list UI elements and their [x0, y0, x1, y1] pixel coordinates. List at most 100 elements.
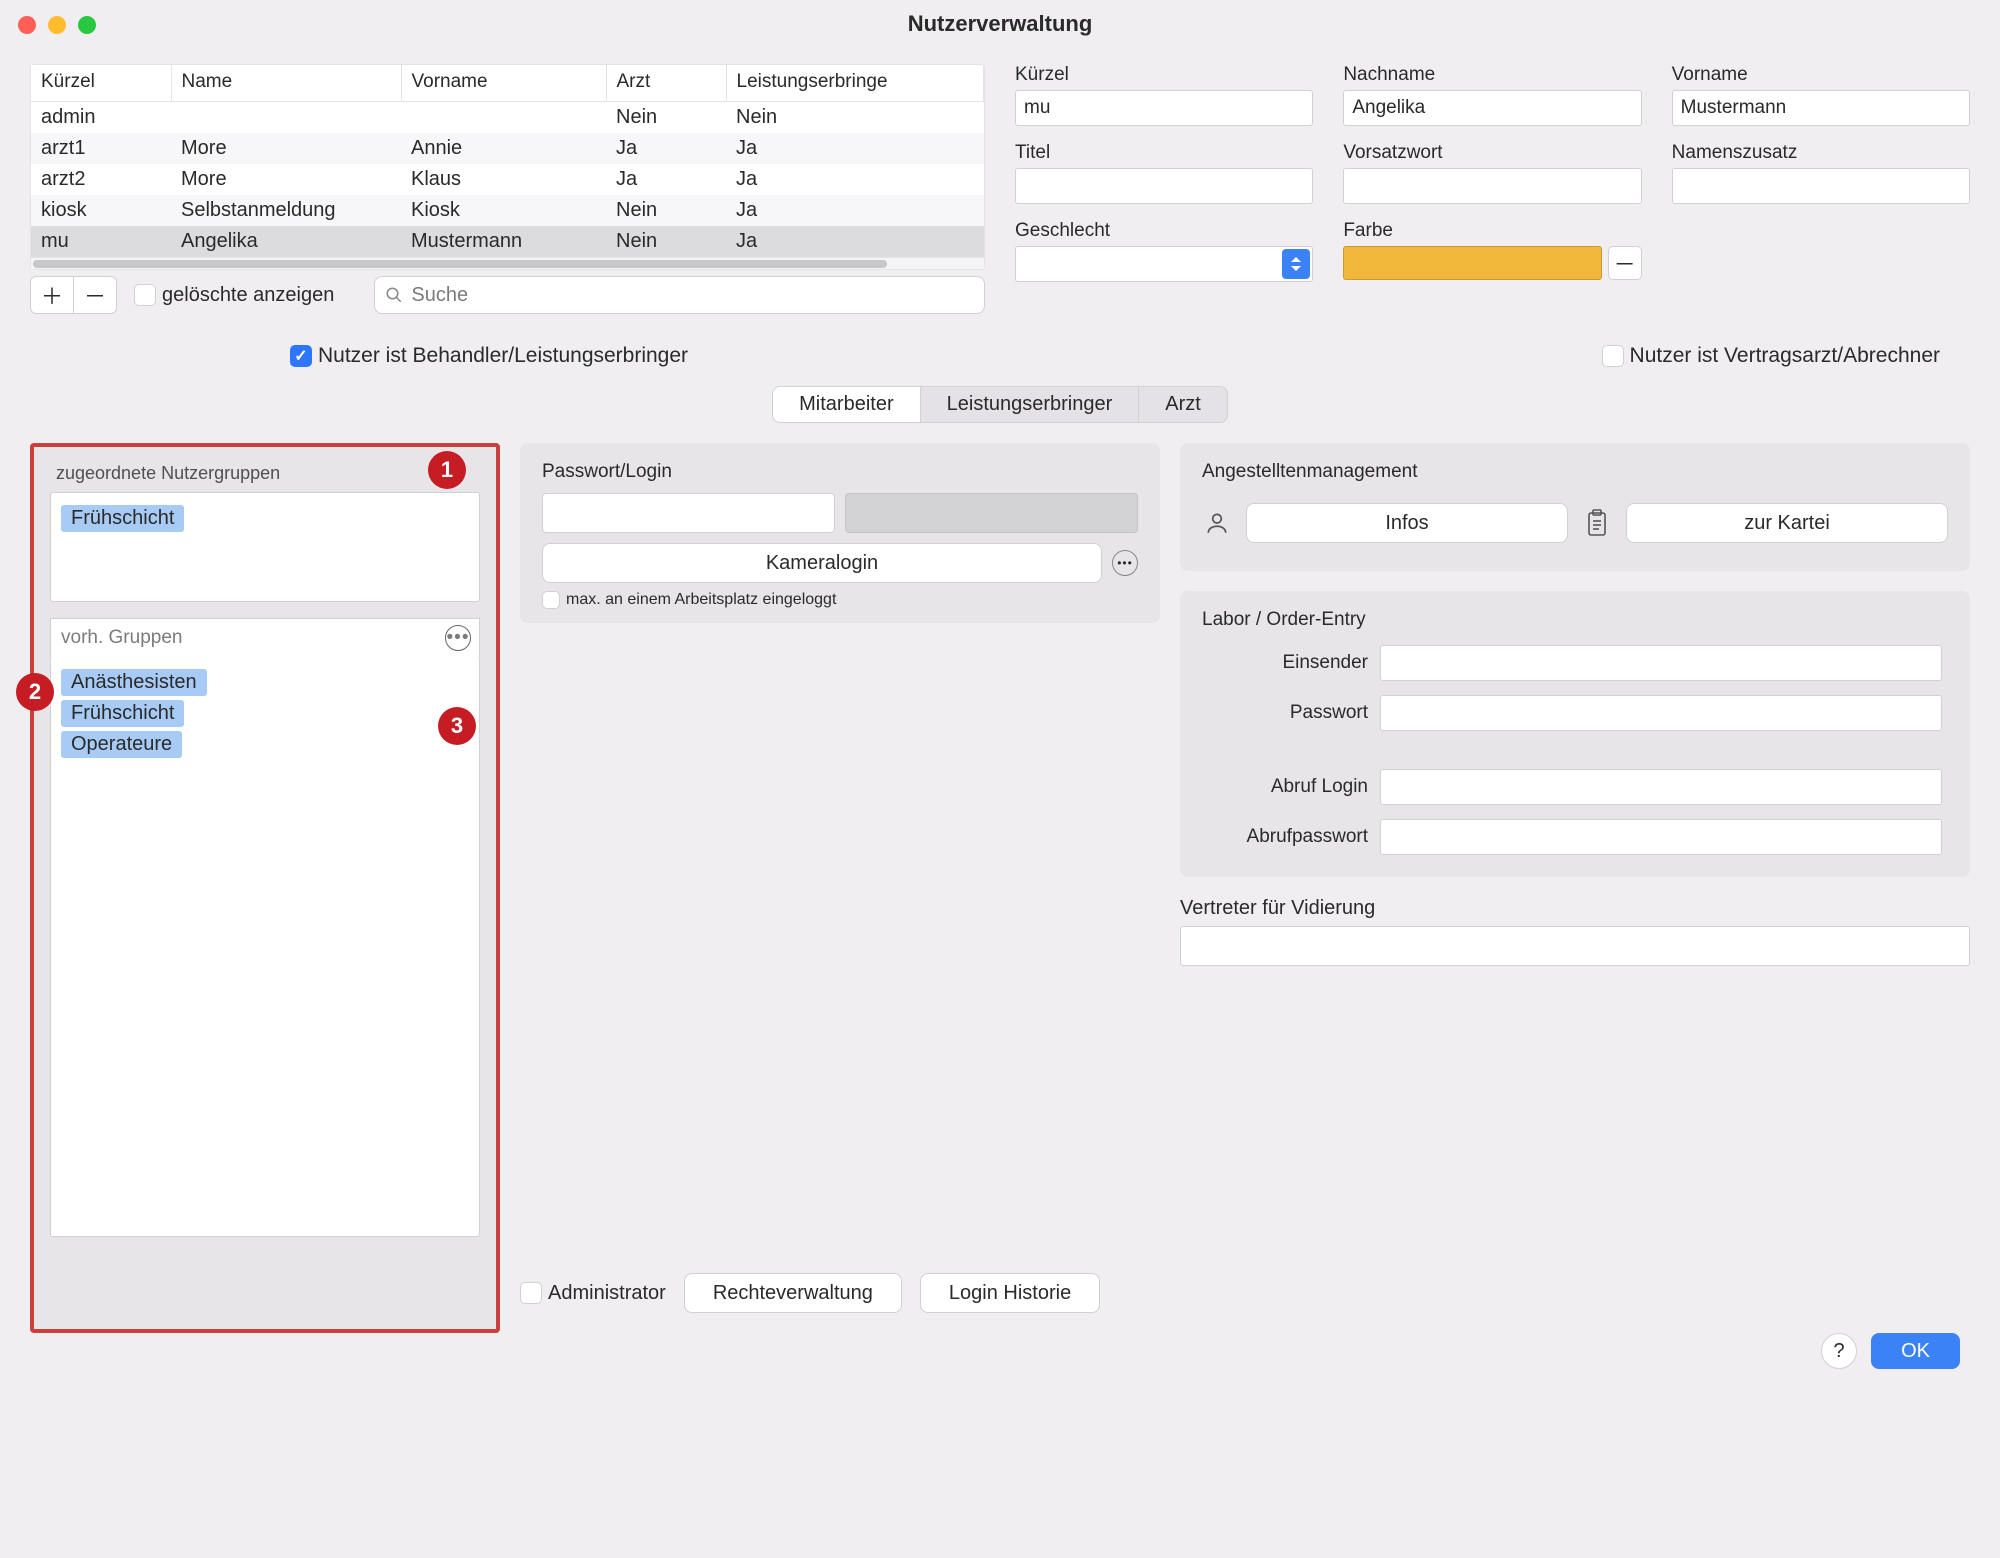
annotation-badge-3: 3: [438, 707, 476, 745]
labor-title: Labor / Order-Entry: [1202, 609, 1948, 631]
ok-button[interactable]: OK: [1871, 1333, 1960, 1369]
assigned-groups-label: zugeordnete Nutzergruppen: [56, 463, 480, 484]
table-row[interactable]: kiosk Selbstanmeldung Kiosk Nein Ja: [31, 195, 984, 226]
remove-user-button[interactable]: －: [73, 276, 117, 314]
group-tag[interactable]: Operateure: [61, 731, 182, 758]
clipboard-icon: [1582, 508, 1612, 538]
zoom-icon[interactable]: [78, 16, 96, 34]
col-vorname[interactable]: Vorname: [401, 65, 606, 102]
input-passwort[interactable]: [1380, 695, 1942, 731]
label-passwort: Passwort: [1208, 702, 1368, 724]
tab-leistungserbringer[interactable]: Leistungserbringer: [921, 387, 1140, 422]
label-abruf-passwort: Abrufpasswort: [1208, 826, 1368, 848]
search-input[interactable]: Suche: [374, 276, 985, 314]
show-deleted-label: gelöschte anzeigen: [162, 284, 334, 307]
angestelltenmanagement-panel: Angestelltenmanagement Infos zur Kartei: [1180, 443, 1970, 571]
vertreter-section: Vertreter für Vidierung: [1180, 897, 1970, 966]
h-scrollbar[interactable]: [31, 257, 984, 269]
table-row[interactable]: arzt1 More Annie Ja Ja: [31, 133, 984, 164]
clear-color-button[interactable]: －: [1608, 246, 1642, 280]
select-geschlecht[interactable]: [1015, 246, 1313, 282]
show-deleted-toggle[interactable]: gelöschte anzeigen: [134, 284, 334, 307]
infos-button[interactable]: Infos: [1246, 503, 1568, 543]
table-row[interactable]: arzt2 More Klaus Ja Ja: [31, 164, 984, 195]
available-groups-label: vorh. Gruppen: [61, 627, 182, 649]
input-einsender[interactable]: [1380, 645, 1942, 681]
search-placeholder: Suche: [411, 284, 468, 307]
label-geschlecht: Geschlecht: [1015, 220, 1313, 242]
close-icon[interactable]: [18, 16, 36, 34]
label-nachname: Nachname: [1343, 64, 1641, 86]
passwort-login-title: Passwort/Login: [542, 461, 1138, 483]
label-namenszusatz: Namenszusatz: [1672, 142, 1970, 164]
col-leistung[interactable]: Leistungserbringe: [726, 65, 984, 102]
label-vertragsarzt: Nutzer ist Vertragsarzt/Abrechner: [1630, 344, 1940, 368]
minimize-icon[interactable]: [48, 16, 66, 34]
checkbox-icon: [134, 284, 156, 306]
annotation-badge-2: 2: [16, 673, 54, 711]
group-tag[interactable]: Frühschicht: [61, 700, 184, 727]
tab-mitarbeiter[interactable]: Mitarbeiter: [773, 387, 920, 422]
col-arzt[interactable]: Arzt: [606, 65, 726, 102]
kameralogin-button[interactable]: Kameralogin: [542, 543, 1102, 583]
checkbox-icon: [520, 1282, 542, 1304]
more-button[interactable]: •••: [445, 625, 471, 651]
ellipsis-icon: •••: [1117, 556, 1133, 570]
label-vertreter: Vertreter für Vidierung: [1180, 897, 1970, 920]
input-kuerzel[interactable]: mu: [1015, 90, 1313, 126]
label-max-one: max. an einem Arbeitsplatz eingeloggt: [566, 591, 836, 609]
table-row[interactable]: admin Nein Nein: [31, 102, 984, 134]
tabs: Mitarbeiter Leistungserbringer Arzt: [772, 386, 1228, 423]
toggle-administrator[interactable]: Administrator: [520, 1282, 666, 1305]
chevron-updown-icon: [1282, 249, 1310, 279]
passwort-login-panel: Passwort/Login Kameralogin ••• max. an e…: [520, 443, 1160, 623]
annotation-badge-1: 1: [428, 451, 466, 489]
col-name[interactable]: Name: [171, 65, 401, 102]
group-tag[interactable]: Frühschicht: [61, 505, 184, 532]
login-historie-button[interactable]: Login Historie: [920, 1273, 1100, 1313]
group-tag[interactable]: Anästhesisten: [61, 669, 207, 696]
minus-icon: －: [1614, 247, 1636, 279]
input-abruf-passwort[interactable]: [1380, 819, 1942, 855]
col-kuerzel[interactable]: Kürzel: [31, 65, 171, 102]
toggle-vertragsarzt[interactable]: Nutzer ist Vertragsarzt/Abrechner: [1602, 344, 1940, 368]
plus-icon: ＋: [41, 279, 63, 311]
kameralogin-more-button[interactable]: •••: [1112, 550, 1138, 576]
checkbox-checked-icon: [290, 345, 312, 367]
input-titel[interactable]: [1015, 168, 1313, 204]
add-user-button[interactable]: ＋: [30, 276, 74, 314]
label-kuerzel: Kürzel: [1015, 64, 1313, 86]
label-farbe: Farbe: [1343, 220, 1641, 242]
ellipsis-icon: •••: [447, 627, 470, 649]
color-swatch[interactable]: [1343, 246, 1601, 280]
help-button[interactable]: ?: [1821, 1333, 1857, 1369]
window-controls: [18, 16, 96, 34]
password-confirm-input: [845, 493, 1138, 533]
label-abruf-login: Abruf Login: [1208, 776, 1368, 798]
search-icon: [385, 286, 403, 304]
table-header-row: Kürzel Name Vorname Arzt Leistungserbrin…: [31, 65, 984, 102]
label-einsender: Einsender: [1208, 652, 1368, 674]
password-input[interactable]: [542, 493, 835, 533]
input-namenszusatz[interactable]: [1672, 168, 1970, 204]
zur-kartei-button[interactable]: zur Kartei: [1626, 503, 1948, 543]
user-table[interactable]: Kürzel Name Vorname Arzt Leistungserbrin…: [30, 64, 985, 270]
person-icon: [1202, 508, 1232, 538]
input-abruf-login[interactable]: [1380, 769, 1942, 805]
labor-panel: Labor / Order-Entry Einsender Passwort A…: [1180, 591, 1970, 877]
input-vorsatzwort[interactable]: [1343, 168, 1641, 204]
toggle-max-one-workplace[interactable]: max. an einem Arbeitsplatz eingeloggt: [542, 591, 1138, 609]
label-titel: Titel: [1015, 142, 1313, 164]
titlebar: Nutzerverwaltung: [0, 0, 2000, 48]
tab-arzt[interactable]: Arzt: [1139, 387, 1227, 422]
rechteverwaltung-button[interactable]: Rechteverwaltung: [684, 1273, 902, 1313]
input-vertreter[interactable]: [1180, 926, 1970, 966]
input-nachname[interactable]: Angelika: [1343, 90, 1641, 126]
groups-highlight-box: zugeordnete Nutzergruppen Frühschicht vo…: [30, 443, 500, 1333]
toggle-behandler[interactable]: Nutzer ist Behandler/Leistungserbringer: [290, 344, 688, 368]
input-vorname[interactable]: Mustermann: [1672, 90, 1970, 126]
available-groups-list[interactable]: Anästhesisten Frühschicht Operateure: [50, 657, 480, 1237]
assigned-groups-list[interactable]: Frühschicht: [50, 492, 480, 602]
table-row-selected[interactable]: mu Angelika Mustermann Nein Ja: [31, 226, 984, 257]
label-administrator: Administrator: [548, 1282, 666, 1305]
